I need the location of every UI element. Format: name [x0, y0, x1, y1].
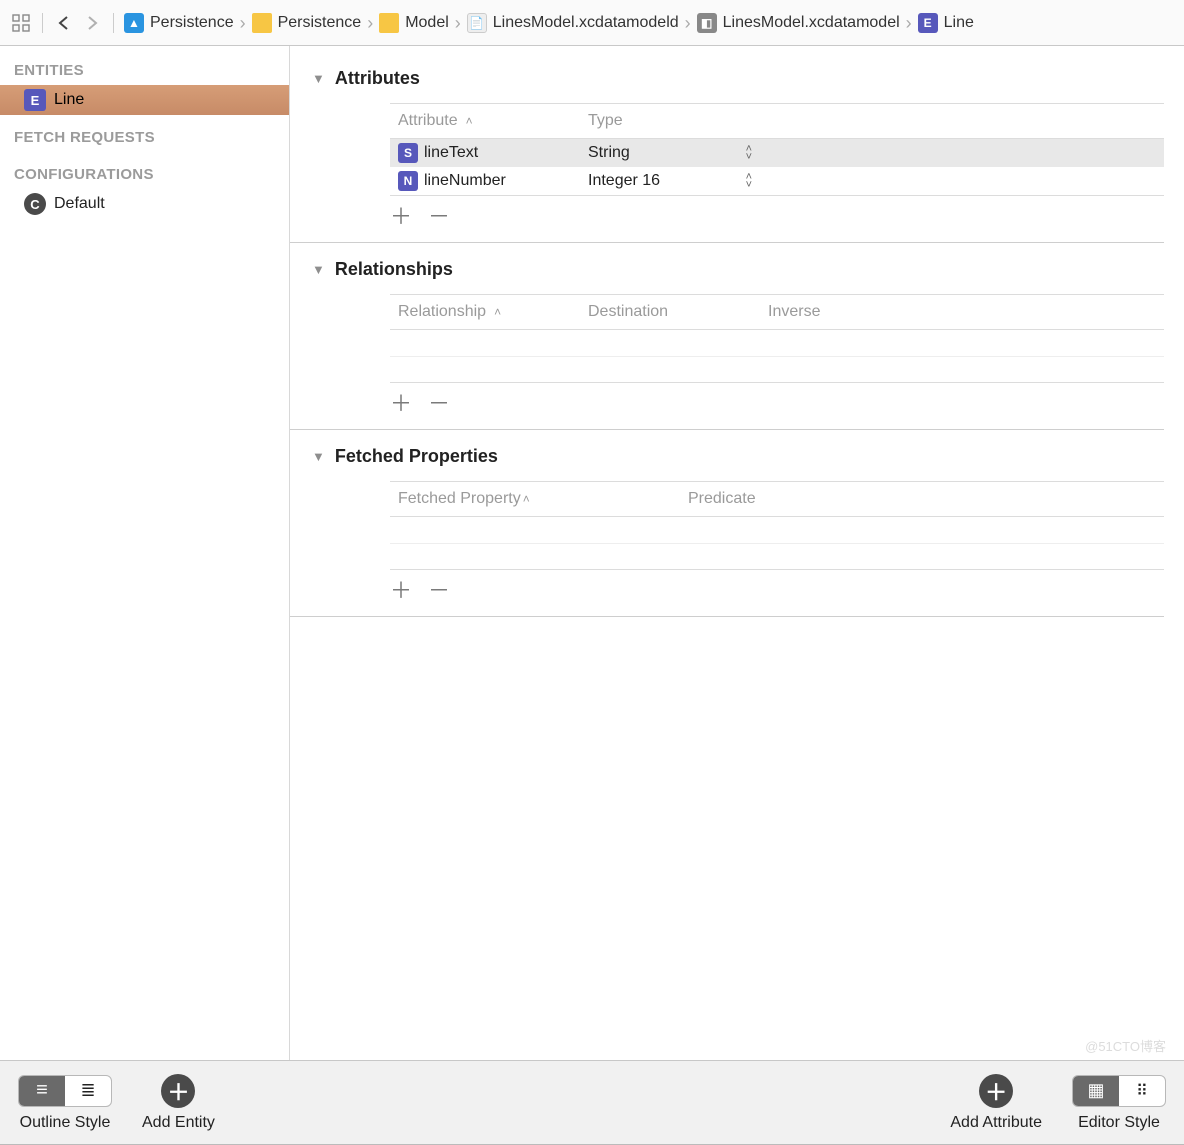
- sidebar-item-config[interactable]: C Default: [0, 189, 289, 219]
- breadcrumb-item[interactable]: ▲ Persistence: [124, 13, 234, 33]
- section-title: Relationships: [335, 259, 453, 280]
- add-attribute-button[interactable]: ＋ Add Attribute: [950, 1074, 1042, 1132]
- fold-icon: [379, 13, 399, 33]
- section-attributes: ▼ Attributes Attribute˄ Type SlineText St…: [290, 60, 1164, 228]
- breadcrumb: ▲ Persistence › Persistence › Model › 📄 LinesMod…: [124, 13, 974, 33]
- sidebar: ENTITIES E Line FETCH REQUESTS CONFIGURAT…: [0, 46, 290, 1060]
- remove-attribute-button[interactable]: －: [428, 206, 450, 228]
- breadcrumb-item[interactable]: Persistence: [252, 13, 362, 33]
- remove-fetched-button[interactable]: －: [428, 580, 450, 602]
- breadcrumb-label: LinesModel.xcdatamodeld: [493, 14, 679, 32]
- breadcrumb-label: Persistence: [150, 14, 234, 32]
- sort-asc-icon: ˄: [466, 114, 473, 128]
- breadcrumb-item[interactable]: ◧ LinesModel.xcdatamodel: [697, 13, 900, 33]
- attr-type: String: [588, 144, 630, 162]
- chevron-right-icon: ›: [906, 14, 912, 32]
- add-fetched-button[interactable]: ＋: [390, 580, 412, 602]
- outline-hierarchical-icon[interactable]: [19, 1076, 65, 1106]
- section-relationships: ▼ Relationships Relationship˄ Destinatio…: [290, 251, 1164, 415]
- disclosure-icon[interactable]: ▼: [312, 262, 325, 277]
- ent-icon: E: [918, 13, 938, 33]
- editor-table-icon[interactable]: [1073, 1076, 1119, 1106]
- col-header-fetched[interactable]: Fetched Property˄: [390, 486, 680, 512]
- sidebar-entities-header: ENTITIES: [0, 56, 289, 85]
- chevron-right-icon: ›: [367, 14, 373, 32]
- sidebar-item-entity[interactable]: E Line: [0, 85, 289, 115]
- breadcrumb-item[interactable]: Model: [379, 13, 449, 33]
- stepper-icon[interactable]: ˄˅: [746, 145, 752, 161]
- breadcrumb-label: Model: [405, 14, 449, 32]
- bottom-bar: Outline Style ＋ Add Entity ＋ Add Attribu…: [0, 1060, 1184, 1144]
- stepper-icon[interactable]: ˄˅: [746, 173, 752, 189]
- nav-back-button[interactable]: [53, 12, 75, 34]
- chevron-right-icon: ›: [240, 14, 246, 32]
- attr-name: lineText: [424, 144, 478, 162]
- col-header-destination[interactable]: Destination: [580, 299, 760, 325]
- editor-graph-icon[interactable]: [1119, 1076, 1165, 1106]
- table-row[interactable]: [390, 330, 1164, 356]
- remove-relationship-button[interactable]: －: [428, 393, 450, 415]
- col-header-type[interactable]: Type: [580, 108, 760, 134]
- toolbar: ▲ Persistence › Persistence › Model › 📄 LinesMod…: [0, 0, 1184, 46]
- section-title: Fetched Properties: [335, 446, 498, 467]
- disclosure-icon[interactable]: ▼: [312, 449, 325, 464]
- editor-style-toggle[interactable]: Editor Style: [1072, 1074, 1166, 1132]
- blue-icon: ▲: [124, 13, 144, 33]
- sidebar-item-label: Line: [54, 91, 84, 109]
- editor-area: ▼ Attributes Attribute˄ Type SlineText St…: [290, 46, 1184, 1060]
- attr-type-icon: N: [398, 171, 418, 191]
- fold-icon: [252, 13, 272, 33]
- breadcrumb-label: Line: [944, 14, 974, 32]
- table-row[interactable]: SlineText String ˄˅: [390, 139, 1164, 167]
- add-entity-button[interactable]: ＋ Add Entity: [142, 1074, 215, 1132]
- table-row[interactable]: [390, 517, 1164, 543]
- entity-icon: E: [24, 89, 46, 111]
- sidebar-config-header: CONFIGURATIONS: [0, 160, 289, 189]
- outline-flat-icon[interactable]: [65, 1076, 111, 1106]
- table-row[interactable]: [390, 356, 1164, 382]
- attr-type-icon: S: [398, 143, 418, 163]
- attr-name: lineNumber: [424, 172, 506, 190]
- breadcrumb-item[interactable]: 📄 LinesModel.xcdatamodeld: [467, 13, 679, 33]
- section-fetched: ▼ Fetched Properties Fetched Property˄ P…: [290, 438, 1164, 602]
- attr-type: Integer 16: [588, 172, 660, 190]
- col-header-attribute[interactable]: Attribute˄: [390, 108, 580, 134]
- nav-forward-button[interactable]: [81, 12, 103, 34]
- plus-icon: ＋: [161, 1074, 195, 1108]
- col-header-relationship[interactable]: Relationship˄: [390, 299, 580, 325]
- config-icon: C: [24, 193, 46, 215]
- breadcrumb-label: Persistence: [278, 14, 362, 32]
- doc-icon: 📄: [467, 13, 487, 33]
- related-items-icon[interactable]: [10, 12, 32, 34]
- separator: [42, 13, 43, 33]
- plus-icon: ＋: [979, 1074, 1013, 1108]
- col-header-predicate[interactable]: Predicate: [680, 486, 1164, 512]
- db-icon: ◧: [697, 13, 717, 33]
- sort-asc-icon: ˄: [494, 305, 501, 319]
- sidebar-fetch-header: FETCH REQUESTS: [0, 123, 289, 152]
- add-relationship-button[interactable]: ＋: [390, 393, 412, 415]
- separator: [113, 13, 114, 33]
- table-row[interactable]: NlineNumber Integer 16 ˄˅: [390, 167, 1164, 195]
- col-header-inverse[interactable]: Inverse: [760, 299, 1164, 325]
- chevron-right-icon: ›: [455, 14, 461, 32]
- sidebar-item-label: Default: [54, 195, 105, 213]
- sort-asc-icon: ˄: [523, 492, 530, 506]
- disclosure-icon[interactable]: ▼: [312, 71, 325, 86]
- breadcrumb-item[interactable]: E Line: [918, 13, 974, 33]
- section-title: Attributes: [335, 68, 420, 89]
- chevron-right-icon: ›: [685, 14, 691, 32]
- breadcrumb-label: LinesModel.xcdatamodel: [723, 14, 900, 32]
- add-attribute-button[interactable]: ＋: [390, 206, 412, 228]
- table-row[interactable]: [390, 543, 1164, 569]
- outline-style-toggle[interactable]: Outline Style: [18, 1074, 112, 1132]
